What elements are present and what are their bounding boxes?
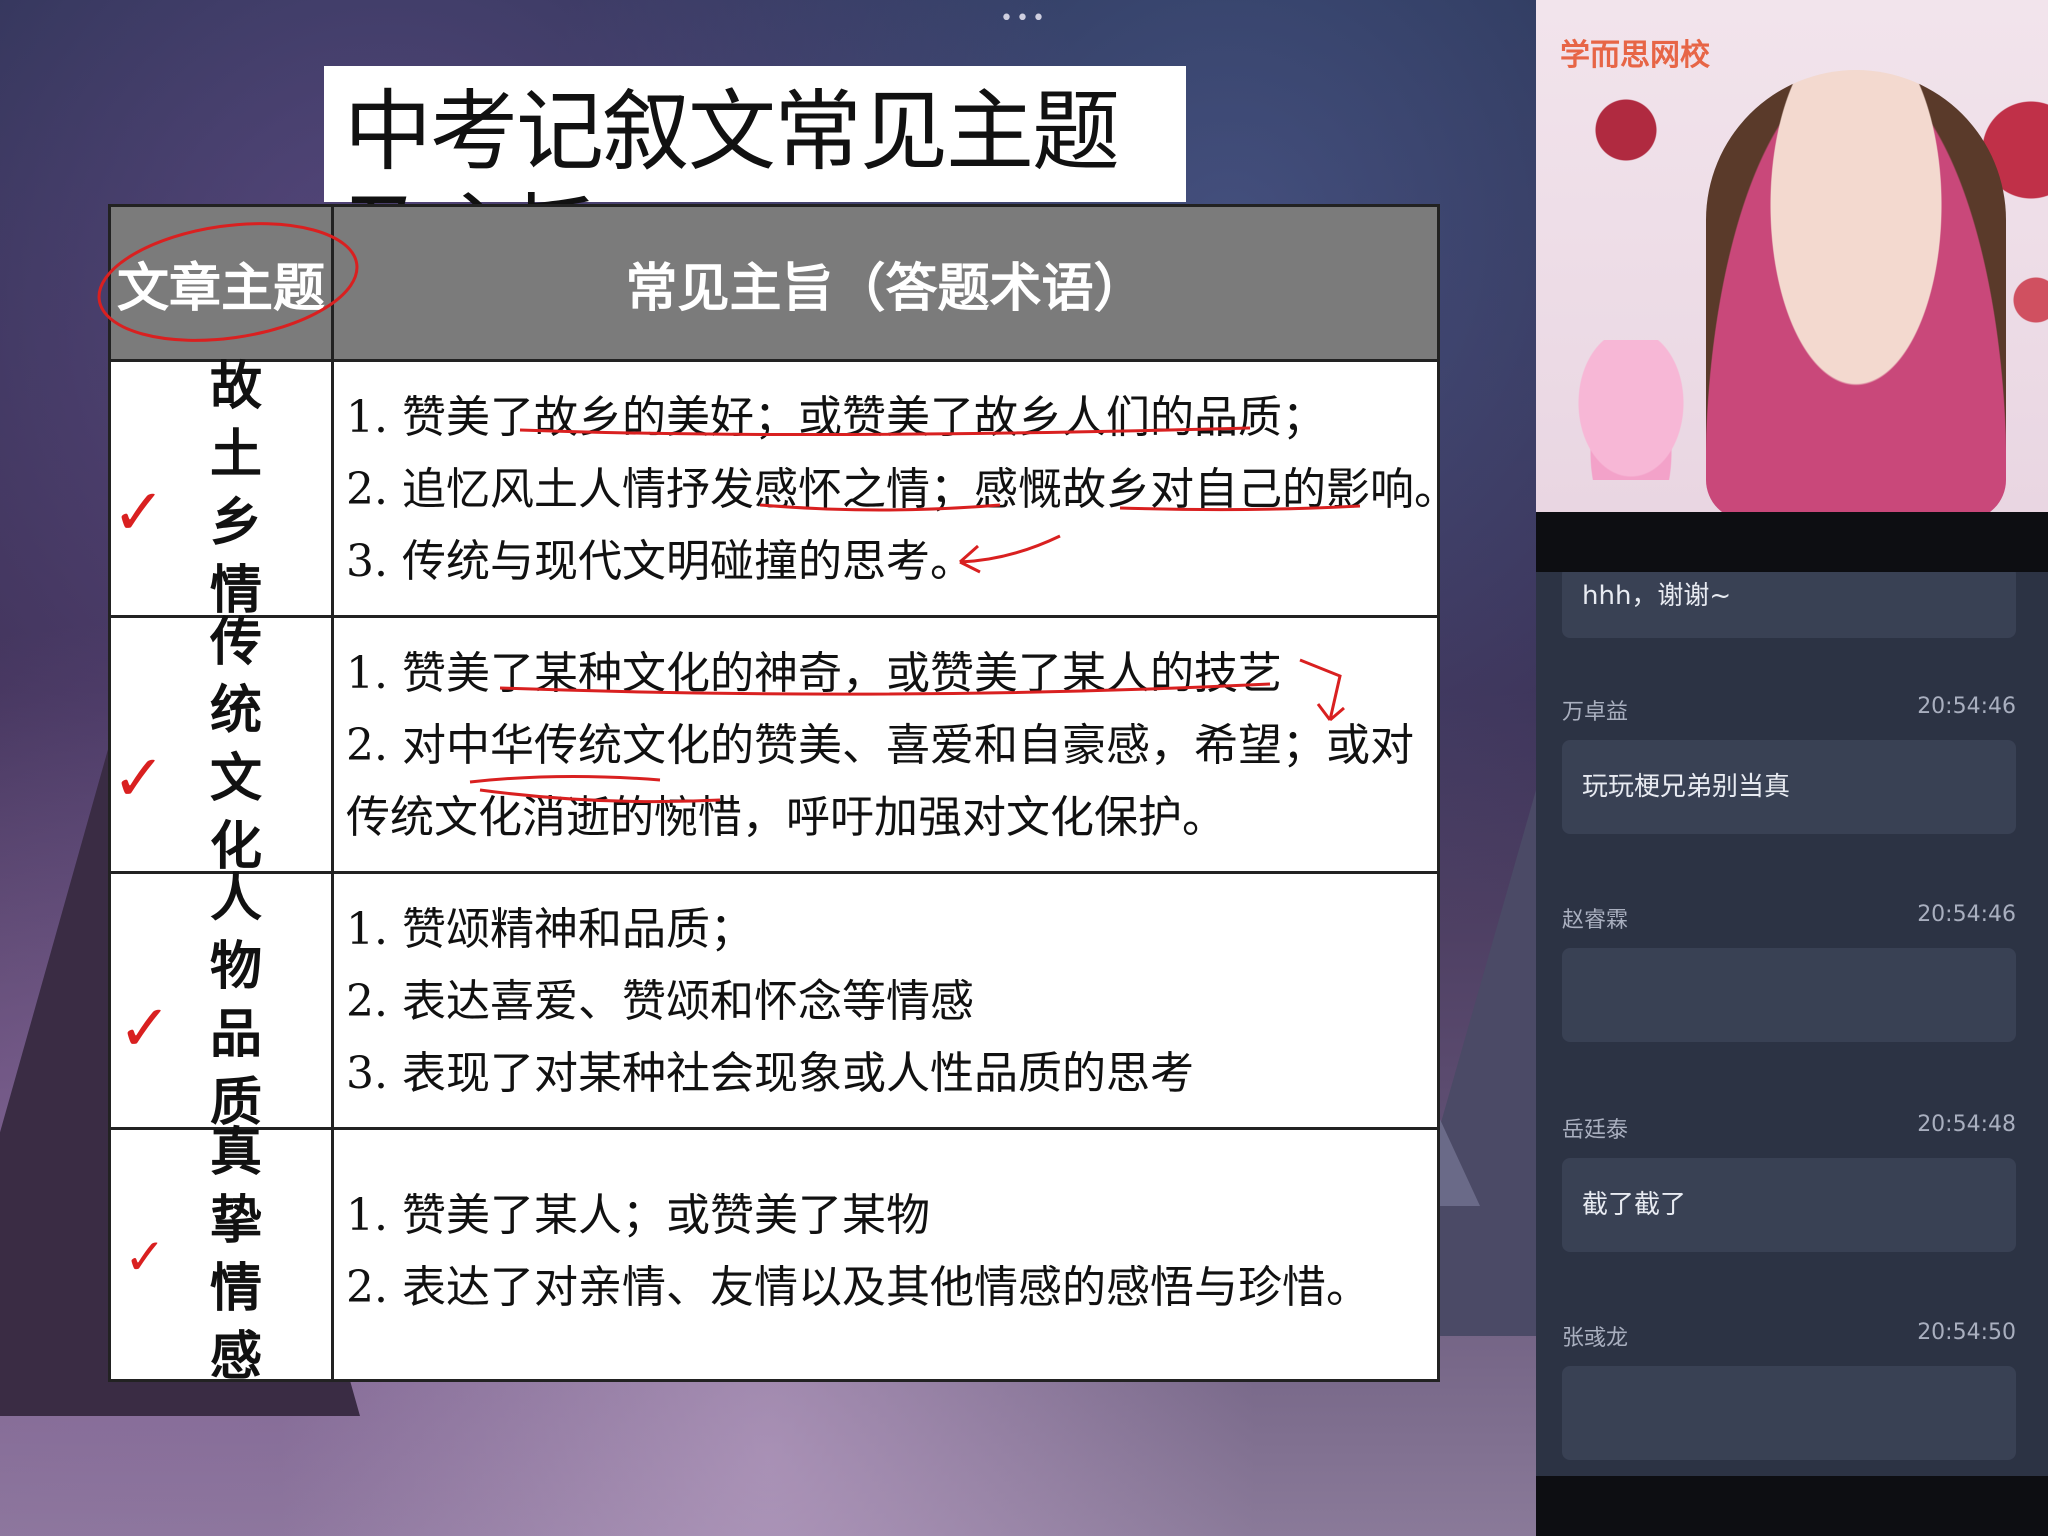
chat-timestamp: 20:54:46 [1917, 694, 2016, 719]
title-box: 中考记叙文常见主题及主旨 [324, 66, 1186, 287]
purpose-line: 传统文化消逝的惋惜，呼吁加强对文化保护。 [346, 792, 1226, 843]
chat-bubble: hhh，谢谢~ [1562, 572, 2016, 638]
presenter [1706, 70, 2006, 512]
theme-table: 文章主题 常见主旨（答题术语） 故土乡情 1. 赞美了故乡的美好；或赞美了故乡人… [108, 204, 1458, 1387]
theme-label: 真挚情感 [209, 1122, 262, 1387]
chat-username: 万卓益 [1562, 700, 1629, 725]
theme-label: 人物品质 [209, 868, 262, 1133]
chat-message-header: 张彧龙 20:54:50 [1562, 1320, 2016, 1351]
purpose-line: 2. 追忆风土人情抒发感怀之情；感慨故乡对自己的影响。 [346, 464, 1458, 515]
purpose-line: 2. 对中华传统文化的赞美、喜爱和自豪感，希望；或对 [346, 720, 1414, 771]
purpose-cell: 1. 赞颂精神和品质； 2. 表达喜爱、赞颂和怀念等情感 3. 表现了对某种社会… [334, 874, 1437, 1127]
table-header: 文章主题 常见主旨（答题术语） [111, 207, 1437, 359]
chat-username: 岳廷泰 [1562, 1118, 1629, 1143]
chat-message-header: 岳廷泰 20:54:48 [1562, 1112, 2016, 1143]
chat-username: 赵睿霖 [1562, 908, 1629, 933]
purpose-cell: 1. 赞美了故乡的美好；或赞美了故乡人们的品质； 2. 追忆风土人情抒发感怀之情… [334, 362, 1458, 615]
header-purpose: 常见主旨（答题术语） [625, 258, 1146, 319]
purpose-cell: 1. 赞美了某人；或赞美了某物 2. 表达了对亲情、友情以及其他情感的感悟与珍惜… [334, 1130, 1437, 1379]
chat-timestamp: 20:54:48 [1917, 1112, 2016, 1137]
chat-username: 张彧龙 [1562, 1326, 1629, 1351]
chat-bubble [1562, 948, 2016, 1042]
chat-bubble: 玩玩梗兄弟别当真 [1562, 740, 2016, 834]
table-row: 故土乡情 1. 赞美了故乡的美好；或赞美了故乡人们的品质； 2. 追忆风土人情抒… [111, 357, 1458, 621]
teacher-video: 学而思网校 [1536, 0, 2048, 512]
table-row: 人物品质 1. 赞颂精神和品质； 2. 表达喜爱、赞颂和怀念等情感 3. 表现了… [111, 869, 1437, 1133]
purpose-line: 3. 表现了对某种社会现象或人性品质的思考 [346, 1048, 1194, 1099]
purpose-cell: 1. 赞美了某种文化的神奇，或赞美了某人的技艺 2. 对中华传统文化的赞美、喜爱… [334, 618, 1437, 871]
chat-timestamp: 20:54:50 [1917, 1320, 2016, 1345]
more-options-icon[interactable]: ••• [1000, 6, 1048, 31]
chat-bubble [1562, 1366, 2016, 1460]
video-bottom-bar [1536, 512, 2048, 572]
purpose-line: 2. 表达了对亲情、友情以及其他情感的感悟与珍惜。 [346, 1262, 1370, 1313]
purpose-line: 3. 传统与现代文明碰撞的思考。 [346, 536, 974, 587]
purpose-line: 1. 赞美了故乡的美好；或赞美了故乡人们的品质； [346, 392, 1326, 443]
check-mark-icon: ✓ [112, 742, 166, 816]
chat-timestamp: 20:54:46 [1917, 902, 2016, 927]
chat-message-header: 万卓益 20:54:46 [1562, 694, 2016, 725]
table-row: 传统文化 1. 赞美了某种文化的神奇，或赞美了某人的技艺 2. 对中华传统文化的… [111, 613, 1437, 877]
purpose-line: 1. 赞美了某种文化的神奇，或赞美了某人的技艺 [346, 648, 1282, 699]
theme-label: 传统文化 [209, 612, 262, 877]
check-mark-icon: ✓ [118, 992, 172, 1066]
table-row: 真挚情感 1. 赞美了某人；或赞美了某物 2. 表达了对亲情、友情以及其他情感的… [111, 1123, 1437, 1387]
check-mark-icon: ✓ [124, 1228, 166, 1286]
slide-area: ••• 中考记叙文常见主题及主旨 文章主题 常见主旨（答题术语） 故土乡情 1.… [0, 0, 1536, 1536]
theme-label: 故土乡情 [209, 356, 262, 621]
purpose-line: 1. 赞颂精神和品质； [346, 904, 754, 955]
school-logo: 学而思网校 [1560, 38, 1710, 73]
header-theme: 文章主题 [111, 207, 334, 359]
purpose-line: 1. 赞美了某人；或赞美了某物 [346, 1190, 930, 1241]
check-mark-icon: ✓ [112, 476, 166, 550]
chat-message-header: 赵睿霖 20:54:46 [1562, 902, 2016, 933]
chat-bottom-bar [1536, 1476, 2048, 1536]
chat-panel[interactable]: hhh，谢谢~ 万卓益 20:54:46 玩玩梗兄弟别当真 赵睿霖 20:54:… [1536, 572, 2048, 1476]
chat-bubble: 截了截了 [1562, 1158, 2016, 1252]
pig-sticker [1576, 340, 1686, 480]
purpose-line: 2. 表达喜爱、赞颂和怀念等情感 [346, 976, 974, 1027]
